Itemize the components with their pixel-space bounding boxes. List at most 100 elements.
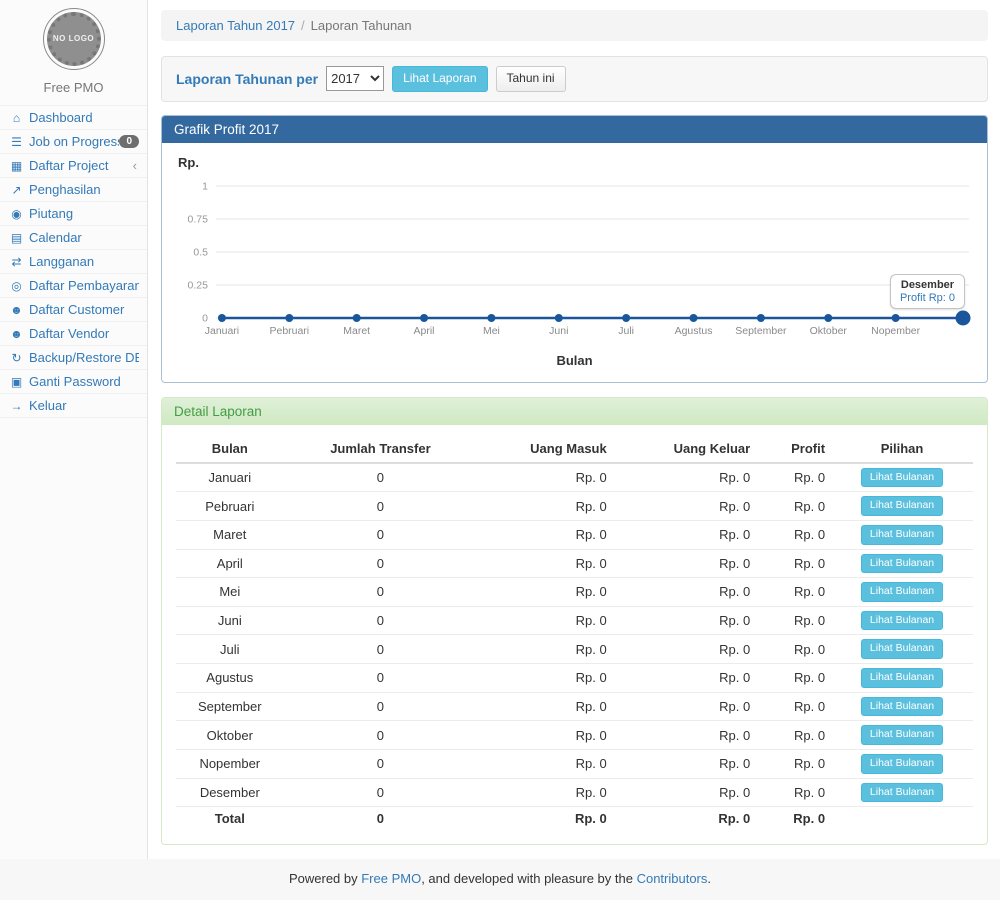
data-point-nopember[interactable] [892,314,900,322]
cell-bulan: Mei [176,578,284,607]
cell-uang-keluar: Rp. 0 [613,578,756,607]
view-monthly-button[interactable]: Lihat Bulanan [861,725,943,745]
sidebar-item-dashboard[interactable]: ⌂Dashboard [0,105,147,129]
view-monthly-button[interactable]: Lihat Bulanan [861,468,943,488]
users-icon: ☻ [8,303,25,317]
data-point-juni[interactable] [555,314,563,322]
data-point-pebruari[interactable] [285,314,293,322]
view-monthly-button[interactable]: Lihat Bulanan [861,697,943,717]
profit-line-chart: 00.250.50.751JanuariPebruariMaretAprilMe… [176,174,973,346]
cell-bulan: Pebruari [176,492,284,521]
table-icon: ▦ [8,159,25,173]
report-row-agustus: Agustus0Rp. 0Rp. 0Rp. 0Lihat Bulanan [176,664,973,693]
chevron-left-icon: ‹ [133,158,139,173]
cell-profit: Rp. 0 [756,692,831,721]
cell-bulan: Oktober [176,721,284,750]
report-row-pebruari: Pebruari0Rp. 0Rp. 0Rp. 0Lihat Bulanan [176,492,973,521]
sidebar-item-daftar-pembayaran[interactable]: ◎Daftar Pembayaran [0,273,147,297]
report-row-september: September0Rp. 0Rp. 0Rp. 0Lihat Bulanan [176,692,973,721]
cell-pilihan: Lihat Bulanan [831,721,973,750]
brand-name: Free PMO [0,74,147,105]
data-point-april[interactable] [420,314,428,322]
sidebar-item-daftar-vendor[interactable]: ☻Daftar Vendor [0,321,147,345]
cell-pilihan: Lihat Bulanan [831,492,973,521]
sign-out-icon: → [8,399,25,413]
view-report-button[interactable]: Lihat Laporan [392,66,487,92]
data-point-september[interactable] [757,314,765,322]
view-monthly-button[interactable]: Lihat Bulanan [861,554,943,574]
page: NO LOGO Free PMO ⌂Dashboard☰Job on Progr… [0,0,1000,859]
report-table: Bulan Jumlah Transfer Uang Masuk Uang Ke… [176,435,973,831]
cell-pilihan: Lihat Bulanan [831,635,973,664]
view-monthly-button[interactable]: Lihat Bulanan [861,754,943,774]
breadcrumb-link-laporan-tahun[interactable]: Laporan Tahun 2017 [176,18,295,33]
view-monthly-button[interactable]: Lihat Bulanan [861,639,943,659]
cell-uang-keluar: Rp. 0 [613,778,756,807]
footer-link-free-pmo[interactable]: Free PMO [361,871,421,886]
data-point-juli[interactable] [622,314,630,322]
year-select[interactable]: 2017 [326,66,384,91]
data-point-maret[interactable] [353,314,361,322]
sidebar-item-label: Daftar Project [29,158,133,173]
data-point-mei[interactable] [487,314,495,322]
report-row-juli: Juli0Rp. 0Rp. 0Rp. 0Lihat Bulanan [176,635,973,664]
view-monthly-button[interactable]: Lihat Bulanan [861,525,943,545]
x-tick-label: Januari [205,326,239,337]
view-monthly-button[interactable]: Lihat Bulanan [861,783,943,803]
footer-text-suffix: . [707,871,711,886]
cell-pilihan: Lihat Bulanan [831,692,973,721]
cell-bulan: Desember [176,778,284,807]
report-row-maret: Maret0Rp. 0Rp. 0Rp. 0Lihat Bulanan [176,520,973,549]
profit-chart-body: Rp. 00.250.50.751JanuariPebruariMaretApr… [162,143,987,382]
x-axis-title: Bulan [176,353,973,368]
view-monthly-button[interactable]: Lihat Bulanan [861,582,943,602]
cell-uang-keluar: Rp. 0 [613,606,756,635]
view-monthly-button[interactable]: Lihat Bulanan [861,611,943,631]
cell-profit: Rp. 0 [756,578,831,607]
sidebar-item-label: Ganti Password [29,374,139,389]
cell-uang-keluar: Rp. 0 [613,664,756,693]
sidebar-item-daftar-project[interactable]: ▦ Daftar Project‹ [0,153,147,177]
data-point-oktober[interactable] [824,314,832,322]
sidebar-item-ganti-password[interactable]: ▣Ganti Password [0,369,147,393]
x-tick-label: Mei [483,326,500,337]
breadcrumb: Laporan Tahun 2017/Laporan Tahunan [161,10,988,41]
chart-line-icon: ↗ [8,183,25,197]
data-point-desember[interactable] [956,310,971,325]
sidebar-item-langganan[interactable]: ⇄Langganan [0,249,147,273]
y-tick-label: 1 [202,181,208,192]
y-tick-label: 0 [202,313,208,324]
logo-text: NO LOGO [53,34,94,44]
cell-pilihan: Lihat Bulanan [831,463,973,492]
cell-jumlah-transfer: 0 [284,664,478,693]
this-year-button[interactable]: Tahun ini [496,66,566,92]
no-logo-seal: NO LOGO [43,8,105,70]
cell-uang-keluar: Rp. 0 [613,635,756,664]
sidebar-item-backup-restore-db[interactable]: ↻Backup/Restore DB [0,345,147,369]
sidebar-item-label: Piutang [29,206,139,221]
view-monthly-button[interactable]: Lihat Bulanan [861,496,943,516]
main-content: Laporan Tahun 2017/Laporan Tahunan Lapor… [148,0,1000,859]
sidebar-item-keluar[interactable]: →Keluar [0,393,147,418]
cell-jumlah-transfer: 0 [284,778,478,807]
sidebar-item-job-on-progress[interactable]: ☰Job on Progress0 [0,129,147,153]
data-point-januari[interactable] [218,314,226,322]
y-tick-label: 0.75 [188,214,209,225]
cell-bulan: Agustus [176,664,284,693]
footer-text-prefix: Powered by [289,871,361,886]
cell-uang-masuk: Rp. 0 [477,778,612,807]
data-point-agustus[interactable] [690,314,698,322]
sidebar-item-label: Daftar Vendor [29,326,139,341]
sidebar-item-calendar[interactable]: ▤Calendar [0,225,147,249]
footer-link-contributors[interactable]: Contributors [637,871,708,886]
money-icon: ◉ [8,207,25,221]
sidebar-item-daftar-customer[interactable]: ☻Daftar Customer [0,297,147,321]
sidebar-item-label: Backup/Restore DB [29,350,139,365]
cell-jumlah-transfer: 0 [284,492,478,521]
footer-text-middle: , and developed with pleasure by the [421,871,636,886]
sidebar-item-piutang[interactable]: ◉ Piutang [0,201,147,225]
sidebar: NO LOGO Free PMO ⌂Dashboard☰Job on Progr… [0,0,148,859]
sidebar-item-penghasilan[interactable]: ↗Penghasilan [0,177,147,201]
cell-uang-masuk: Rp. 0 [477,692,612,721]
view-monthly-button[interactable]: Lihat Bulanan [861,668,943,688]
